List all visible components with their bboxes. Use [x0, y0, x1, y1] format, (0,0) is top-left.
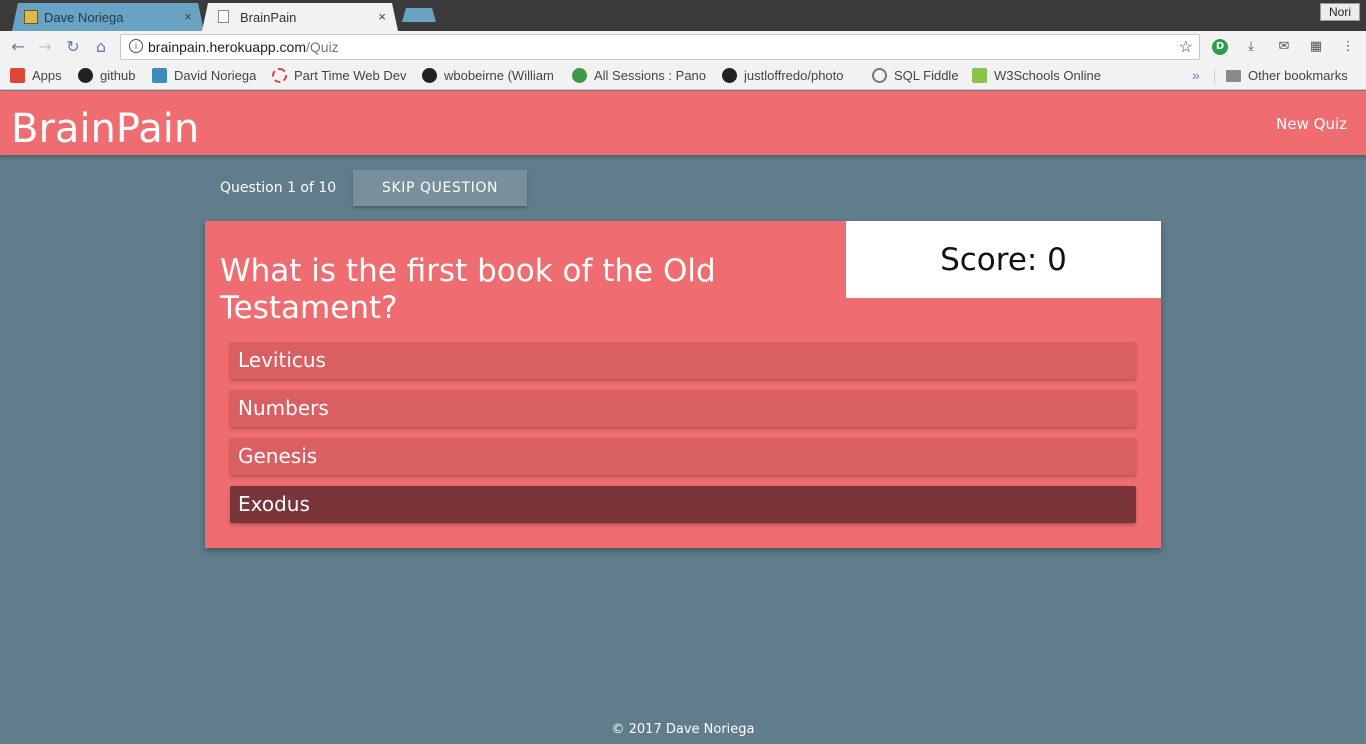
bookmark-label: github: [100, 68, 136, 83]
tab-title: BrainPain: [240, 9, 297, 25]
bookmark-label: SQL Fiddle: [894, 68, 959, 83]
dashed-circle-icon: [272, 68, 287, 83]
score-display: Score: 0: [846, 221, 1161, 298]
home-icon[interactable]: ⌂: [91, 37, 111, 56]
menu-dots-icon[interactable]: ⋮: [1340, 39, 1356, 55]
github-icon: [722, 68, 737, 83]
profile-button[interactable]: Nori: [1319, 3, 1360, 21]
question-text: What is the first book of the Old Testam…: [220, 253, 716, 326]
bookmark-label: Other bookmarks: [1248, 68, 1348, 83]
forward-arrow-icon[interactable]: →: [35, 37, 55, 56]
bookmark-wbobeirne[interactable]: wbobeirne (William: [422, 68, 560, 83]
site-info-icon[interactable]: i: [129, 39, 143, 53]
url-text: brainpain.herokuapp.com/Quiz: [148, 39, 339, 55]
bookmark-label: justloffredo/photo: [744, 68, 844, 83]
page-favicon-icon: [218, 10, 229, 23]
url-host: brainpain.herokuapp.com: [148, 39, 306, 55]
github-icon: [422, 68, 437, 83]
reload-icon[interactable]: ↻: [63, 37, 83, 56]
bookmark-all-sessions[interactable]: All Sessions : Pano: [572, 68, 710, 83]
tab-close-icon[interactable]: ×: [378, 9, 386, 24]
bookmark-david-noriega[interactable]: David Noriega: [152, 68, 264, 83]
bookmark-github[interactable]: github: [78, 68, 144, 83]
bookmark-label: David Noriega: [174, 68, 257, 83]
answer-option[interactable]: Exodus: [230, 486, 1136, 523]
bookmarks-bar: Apps github David Noriega Part Time Web …: [0, 63, 1366, 90]
extension-green-icon[interactable]: D: [1212, 39, 1228, 55]
quiz-card: What is the first book of the Old Testam…: [205, 221, 1161, 548]
brand-logo[interactable]: BrainPain: [11, 105, 199, 153]
url-path: /Quiz: [306, 39, 339, 55]
browser-tabstrip: Dave Noriega × BrainPain × Nori: [0, 0, 1366, 31]
skip-question-button[interactable]: SKIP QUESTION: [353, 170, 527, 206]
bookmark-label: All Sessions : Pano: [594, 68, 707, 83]
question-progress: Question 1 of 10: [220, 180, 337, 196]
shell-icon: [872, 68, 887, 83]
download-icon[interactable]: ⤓: [1243, 39, 1259, 55]
tab-dave-noriega[interactable]: Dave Noriega ×: [12, 3, 204, 31]
apps-grid-icon: [10, 68, 25, 83]
bookmark-sql-fiddle[interactable]: SQL Fiddle: [872, 68, 962, 83]
bookmark-star-icon[interactable]: ☆: [1179, 37, 1193, 57]
github-icon: [78, 68, 93, 83]
page-footer: © 2017 Dave Noriega: [611, 722, 755, 737]
bookmark-label: Apps: [32, 68, 62, 83]
w3-icon: [972, 68, 987, 83]
new-quiz-link[interactable]: New Quiz: [1276, 115, 1347, 133]
back-arrow-icon[interactable]: ←: [8, 37, 28, 56]
new-tab-button[interactable]: [402, 8, 436, 22]
clover-icon: [572, 68, 587, 83]
other-bookmarks[interactable]: Other bookmarks: [1226, 68, 1358, 83]
bookmark-label: Part Time Web Dev: [294, 68, 407, 83]
profile-icon: [152, 68, 167, 83]
answer-list: Leviticus Numbers Genesis Exodus: [230, 342, 1136, 534]
address-bar[interactable]: i brainpain.herokuapp.com/Quiz ☆: [120, 34, 1200, 60]
bookmark-apps[interactable]: Apps: [10, 68, 70, 83]
answer-option[interactable]: Numbers: [230, 390, 1136, 427]
tab-close-icon[interactable]: ×: [184, 9, 192, 24]
bookmark-w3schools[interactable]: W3Schools Online: [972, 68, 1108, 83]
app-header: BrainPain New Quiz: [0, 91, 1366, 155]
answer-option[interactable]: Genesis: [230, 438, 1136, 475]
bookmarks-divider: [1214, 69, 1215, 84]
tab-favicon-icon: [24, 10, 38, 24]
calendar-icon[interactable]: ▦: [1308, 39, 1324, 55]
tab-brainpain[interactable]: BrainPain ×: [202, 3, 398, 31]
bookmark-label: W3Schools Online: [994, 68, 1101, 83]
bookmark-label: wbobeirne (William: [444, 68, 554, 83]
bookmark-part-time-web-dev[interactable]: Part Time Web Dev: [272, 68, 410, 83]
tab-title: Dave Noriega: [44, 9, 124, 25]
folder-icon: [1226, 69, 1241, 82]
bookmark-justloffredo[interactable]: justloffredo/photo: [722, 68, 860, 83]
mail-icon[interactable]: ✉: [1276, 39, 1292, 55]
more-bookmarks-chevron-icon[interactable]: »: [1192, 67, 1200, 83]
answer-option[interactable]: Leviticus: [230, 342, 1136, 379]
browser-toolbar: ← → ↻ ⌂ i brainpain.herokuapp.com/Quiz ☆…: [0, 31, 1366, 63]
